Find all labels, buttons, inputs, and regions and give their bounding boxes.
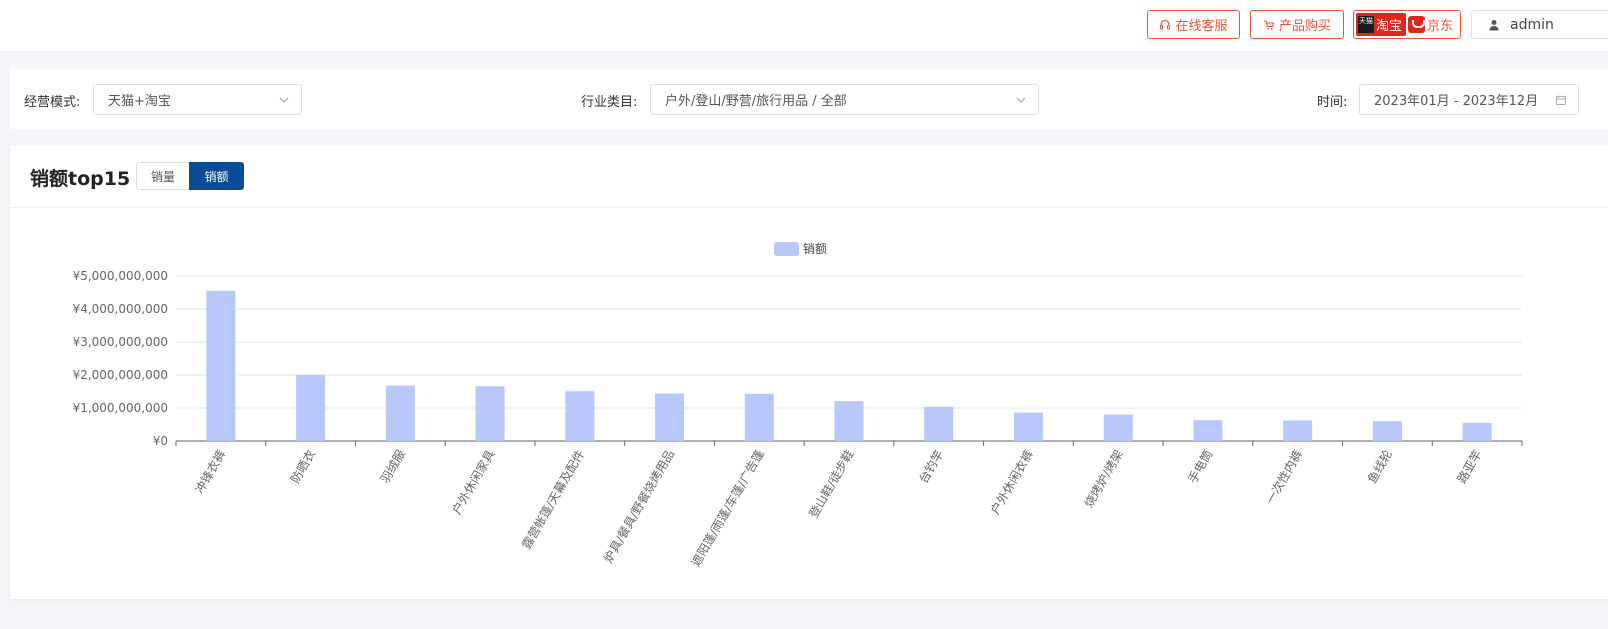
x-tick-label: 鱼线轮: [1365, 448, 1395, 486]
chevron-down-icon: [1016, 97, 1026, 103]
chevron-down-icon: [279, 97, 289, 103]
x-tick-label: 烧烤炉/烤架: [1081, 447, 1126, 510]
cart-icon: [1263, 19, 1275, 30]
x-tick-label: 户外休闲衣裤: [987, 447, 1036, 517]
calendar-icon: [1556, 95, 1566, 105]
y-tick-label: ¥5,000,000,000: [73, 269, 168, 283]
filter-bar: 经营模式: 天猫+淘宝 行业类目: 户外/登山/野营/旅行用品 / 全部 时间:…: [10, 69, 1608, 129]
bar: [1013, 412, 1043, 441]
x-tick-label: 羽绒服: [378, 448, 408, 486]
jd-label: 京东: [1427, 19, 1454, 34]
online-service-button[interactable]: 在线客服: [1147, 10, 1240, 39]
bar-chart: 销额 ¥0 ¥1,000,000,000 ¥2,000,000,000 ¥3,000,0…: [73, 242, 1523, 569]
product-buy-button[interactable]: 产品购买: [1250, 10, 1344, 39]
taobao-logo: 天猫 淘宝: [1356, 13, 1407, 36]
user-name: admin: [1510, 16, 1554, 33]
x-tick-label: 露营帐篷/天幕及配件: [518, 447, 587, 552]
bar: [1103, 414, 1133, 441]
x-tick-label: 台钓竿: [915, 447, 946, 486]
x-tick-label: 登山鞋/徒步鞋: [806, 447, 857, 520]
x-tick-label: 路亚竿: [1454, 447, 1485, 486]
taobao-label: 淘宝: [1376, 19, 1403, 34]
bar: [385, 385, 415, 441]
time-range-picker[interactable]: 2023年01月 - 2023年12月: [1359, 84, 1579, 115]
jd-logo: 京东: [1408, 15, 1453, 34]
y-tick-label: ¥0: [153, 434, 168, 448]
time-value: 2023年01月 - 2023年12月: [1374, 94, 1539, 109]
x-tick-label: 一次性内裤: [1263, 448, 1305, 507]
category-select[interactable]: 户外/登山/野营/旅行用品 / 全部: [650, 84, 1039, 115]
bar: [655, 393, 685, 441]
user-icon: [1489, 19, 1499, 30]
bar: [1283, 420, 1313, 441]
y-tick-label: ¥3,000,000,000: [73, 335, 168, 349]
legend-label: 销额: [803, 242, 827, 256]
user-menu[interactable]: admin: [1471, 10, 1608, 39]
y-tick-label: ¥1,000,000,000: [73, 401, 168, 415]
x-tick-label: 防晒衣: [287, 447, 318, 486]
bar: [1193, 420, 1223, 441]
bar: [1372, 421, 1402, 441]
bar: [206, 290, 236, 441]
y-tick-label: ¥4,000,000,000: [73, 302, 168, 316]
top-bar: 在线客服 产品购买 天猫 淘宝 京东 admin: [0, 0, 1608, 52]
bar: [296, 375, 326, 441]
x-tick-label: 炉具/餐具/野餐烧烤用品: [600, 447, 677, 565]
bar: [744, 393, 774, 441]
bar: [565, 391, 595, 441]
mode-select[interactable]: 天猫+淘宝: [93, 84, 302, 115]
bar: [834, 401, 864, 441]
bar: [1462, 422, 1492, 441]
mode-value: 天猫+淘宝: [108, 94, 171, 109]
headset-icon: [1160, 19, 1171, 30]
tmall-badge: 天猫: [1358, 16, 1374, 33]
chart-panel: 销额top15 销量 销额 销额 ¥0 ¥1,000,000,000 ¥2,000,0…: [10, 145, 1608, 599]
x-tick-label: 遮阳篷/雨篷/车篷/广告篷: [688, 447, 767, 569]
product-buy-label: 产品购买: [1278, 19, 1331, 34]
online-service-label: 在线客服: [1175, 19, 1228, 34]
mode-label: 经营模式:: [24, 95, 81, 110]
bar: [924, 406, 954, 441]
legend-swatch: [774, 242, 799, 256]
shop-switch-button[interactable]: 天猫 淘宝 京东: [1353, 10, 1461, 39]
x-tick-label: 冲锋衣裤: [191, 447, 228, 496]
category-value: 户外/登山/野营/旅行用品 / 全部: [665, 94, 847, 109]
x-tick-label: 手电筒: [1185, 447, 1216, 486]
y-tick-label: ¥2,000,000,000: [73, 368, 168, 382]
bar: [475, 386, 505, 441]
time-label: 时间:: [1317, 95, 1348, 110]
x-tick-label: 户外休闲家具: [449, 447, 498, 517]
category-label: 行业类目:: [581, 95, 638, 110]
jd-icon: [1408, 16, 1426, 33]
